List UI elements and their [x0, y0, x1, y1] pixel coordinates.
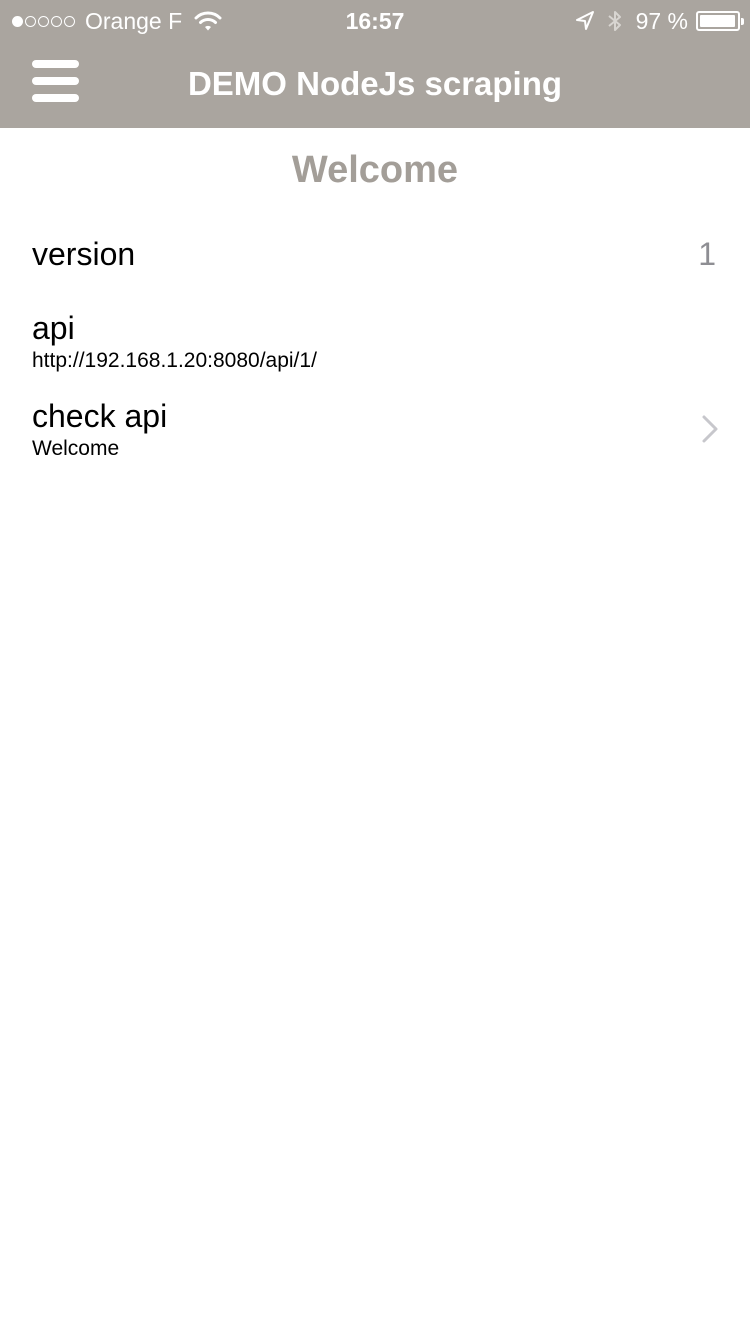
nav-title: DEMO NodeJs scraping	[187, 65, 563, 102]
chevron-right-icon	[702, 415, 718, 443]
status-bar: Orange F 16:57 97 %	[0, 0, 750, 40]
list-item-label: check api	[32, 398, 168, 434]
list-item-subtitle: http://192.168.1.20:8080/api/1/	[32, 349, 317, 372]
list-item-api: api http://192.168.1.20:8080/api/1/	[0, 306, 750, 376]
list-item-label: version	[32, 236, 136, 272]
page-title: Welcome	[291, 149, 459, 191]
app-screen: Orange F 16:57 97 % DEMO NodeJs scraping…	[0, 0, 750, 1334]
bluetooth-icon	[607, 11, 621, 31]
list-item-value: 1	[698, 236, 716, 272]
list-item-label: api	[32, 310, 75, 346]
list-item-version: version 1	[0, 232, 750, 280]
list-item-subtitle: Welcome	[32, 437, 120, 460]
navigation-header: Orange F 16:57 97 % DEMO NodeJs scraping	[0, 0, 750, 128]
location-icon	[575, 11, 594, 30]
status-right: 97 %	[574, 6, 744, 36]
list-item-check-api[interactable]: check api Welcome	[0, 394, 750, 466]
battery-icon	[696, 11, 744, 31]
battery-percentage: 97 %	[635, 7, 688, 34]
